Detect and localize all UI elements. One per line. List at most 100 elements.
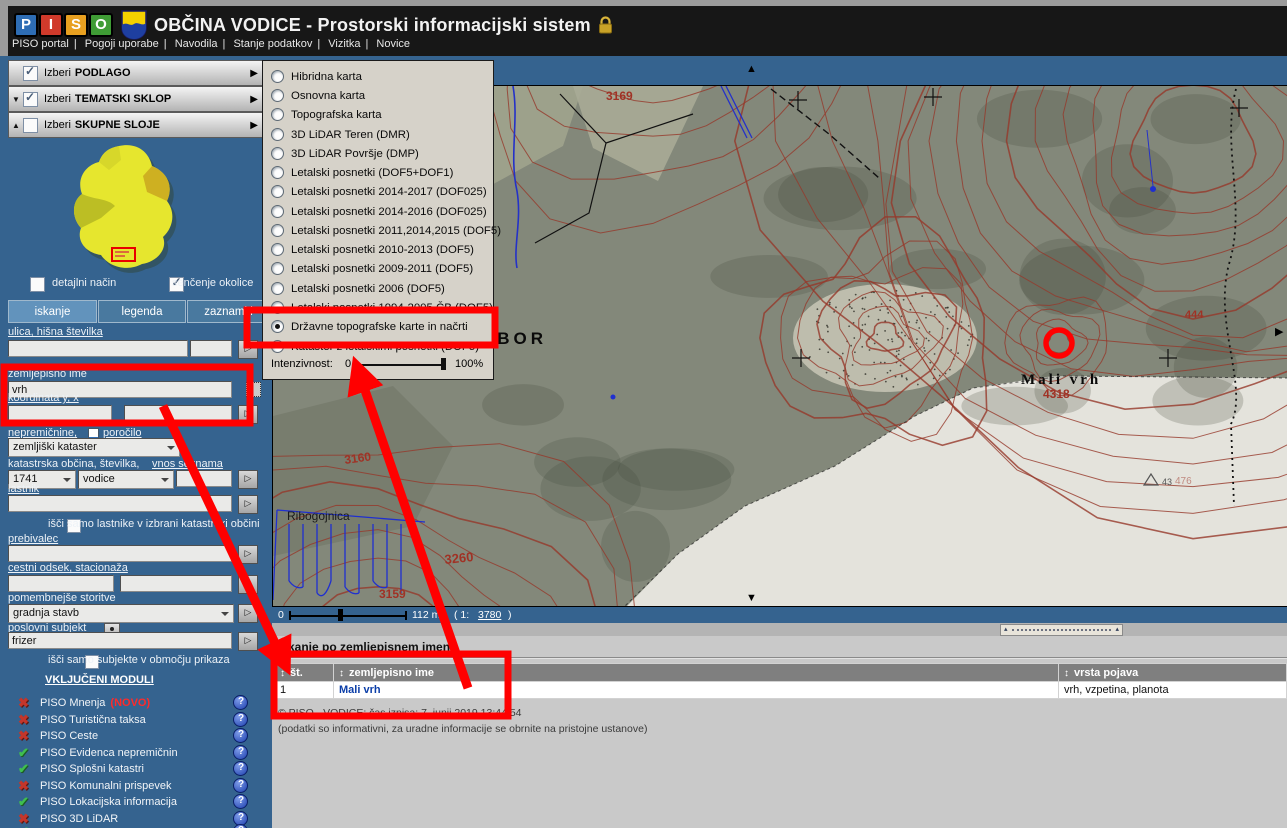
radio-icon[interactable] [271,243,284,256]
layer-option-2010-2013[interactable]: Letalski posnetki 2010-2013 (DOF5) [271,240,474,259]
intensity-slider-track[interactable] [355,364,443,366]
prebivalec-label[interactable]: prebivalec [8,533,58,545]
radio-icon[interactable] [271,147,284,160]
help-icon[interactable] [233,824,248,828]
radio-selected-icon[interactable] [271,320,284,333]
module-turisticna-taksa[interactable]: PISO Turistična taksa [18,712,146,727]
poslovni-subjekt-input[interactable] [8,632,232,649]
layer-option-2009-2011[interactable]: Letalski posnetki 2009-2011 (DOF5) [271,259,473,278]
module-evidenca-nepremicnin[interactable]: PISO Evidenca nepremičnin [18,745,178,760]
koordinata-go-button[interactable]: ▷ [238,405,258,424]
storitve-search-button[interactable]: ▷ [238,604,258,623]
results-panel-splitter[interactable]: ▴ ▴ [1000,624,1123,636]
prebivalec-input[interactable] [8,545,232,562]
pan-right-arrow[interactable]: ▶ [1275,327,1283,338]
layer-option-kataster-posnetki[interactable]: Kataster z letalskimi posnetki (DOF5) [271,337,479,356]
radio-icon[interactable] [271,340,284,353]
layer-option-1994-2005[interactable]: Letalski posnetki 1994-2005 ČB (DOF5) [271,298,493,317]
cestni-odsek-input[interactable] [8,575,114,592]
layer-option-dof5-dof1[interactable]: Letalski posnetki (DOF5+DOF1) [271,163,453,182]
ulica-input[interactable] [8,340,188,357]
section-bar-podlago[interactable]: Izberi PODLAGO ▶ [8,60,264,86]
sort-icon[interactable] [280,667,290,679]
module-clipped[interactable] [18,824,40,828]
scale-ratio-link[interactable]: 3780 [478,609,501,621]
collapse-up-icon[interactable]: ▲ [9,121,23,130]
radio-icon[interactable] [271,262,284,275]
poslovni-search-button[interactable]: ▷ [238,632,258,651]
module-komunalni-prispevek[interactable]: PISO Komunalni prispevek [18,778,171,793]
layer-option-topografska[interactable]: Topografska karta [271,105,382,124]
pan-up-arrow[interactable]: ▲ [746,64,757,75]
module-ceste[interactable]: PISO Ceste [18,728,98,743]
koordinata-x-input[interactable] [124,405,232,422]
parcela-search-button[interactable]: ▷ [238,470,258,489]
lastnik-search-button[interactable]: ▷ [238,495,258,514]
collapse-down-icon[interactable]: ▼ [9,95,23,104]
menu-item-navodila[interactable]: Navodila [175,38,218,50]
cestni-search-button[interactable]: ▷ [238,575,258,594]
detajlni-nacin-checkbox[interactable] [30,277,45,292]
help-icon[interactable] [233,712,248,727]
layer-option-2006[interactable]: Letalski posnetki 2006 (DOF5) [271,279,445,298]
ulica-label[interactable]: ulica, hišna številka [8,326,103,338]
layer-option-2011-2015[interactable]: Letalski posnetki 2011,2014,2015 (DOF5) [271,221,501,240]
hisna-stevilka-input[interactable] [190,340,232,357]
ko-name-select[interactable]: vodice [78,470,174,489]
help-icon[interactable] [233,761,248,776]
podlago-checkbox[interactable] [23,66,38,81]
column-header-vrsta-pojava[interactable]: vrsta pojava [1059,664,1286,681]
municipality-overview-map[interactable] [55,140,215,275]
expand-right-icon[interactable]: ▶ [250,120,258,131]
module-splosni-katastri[interactable]: PISO Splošni katastri [18,761,144,776]
zoom-slider-track[interactable] [290,615,406,617]
tab-zaznamki[interactable]: zaznamki [187,300,270,323]
radio-icon[interactable] [271,108,284,121]
zoom-slider-handle[interactable] [338,609,343,621]
layer-option-osnovna[interactable]: Osnovna karta [271,86,365,105]
layer-option-2014-2017[interactable]: Letalski posnetki 2014-2017 (DOF025) [271,182,487,201]
radio-icon[interactable] [271,128,284,141]
tematski-checkbox[interactable] [23,92,38,107]
module-piso-mnenja[interactable]: PISO Mnenja(NOVO) [18,695,150,710]
help-icon[interactable] [233,794,248,809]
layer-option-hibridna[interactable]: Hibridna karta [271,67,362,86]
layer-option-lidar-povrsje[interactable]: 3D LiDAR Površje (DMP) [271,144,419,163]
help-icon[interactable] [233,778,248,793]
radio-icon[interactable] [271,70,284,83]
expand-right-icon[interactable]: ▶ [250,68,258,79]
tab-legenda[interactable]: legenda [98,300,186,323]
cestni-odsek-label[interactable]: cestni odsek, stacionaža [8,562,128,574]
radio-icon[interactable] [271,89,284,102]
sort-icon[interactable] [1064,667,1074,679]
radio-icon[interactable] [271,301,284,314]
stacionaza-input[interactable] [120,575,232,592]
layer-option-lidar-teren[interactable]: 3D LiDAR Teren (DMR) [271,125,410,144]
module-lokacijska-informacija[interactable]: PISO Lokacijska informacija [18,794,177,809]
ulica-search-button[interactable]: ▷ [238,340,258,359]
radio-icon[interactable] [271,185,284,198]
help-icon[interactable] [233,745,248,760]
menu-item-piso-portal[interactable]: PISO portal [12,38,69,50]
sort-icon[interactable] [339,667,349,679]
menu-item-novice[interactable]: Novice [376,38,410,50]
expand-right-icon[interactable]: ▶ [250,94,258,105]
skupni-checkbox[interactable] [23,118,38,133]
section-bar-tematski-sklop[interactable]: ▼ Izberi TEMATSKI SKLOP ▶ [8,86,264,112]
menu-item-pogoji-uporabe[interactable]: Pogoji uporabe [85,38,159,50]
radio-icon[interactable] [271,282,284,295]
pan-down-arrow[interactable]: ▼ [746,593,757,604]
vnos-seznama-link[interactable]: vnos seznama [152,458,223,470]
column-header-st[interactable]: št. [275,664,333,681]
tab-iskanje[interactable]: iskanje [8,300,97,323]
column-header-zemljepisno-ime[interactable]: zemljepisno ime [334,664,1058,681]
radio-icon[interactable] [271,205,284,218]
koordinata-label[interactable]: koordinata y, x [8,392,79,404]
lastnik-label[interactable]: lastnik [8,483,39,495]
layer-option-2014-2016[interactable]: Letalski posnetki 2014-2016 (DOF025) [271,202,487,221]
radio-icon[interactable] [271,166,284,179]
help-icon[interactable] [233,695,248,710]
result-name-link[interactable]: Mali vrh [339,684,381,696]
radio-icon[interactable] [271,224,284,237]
prebivalec-search-button[interactable]: ▷ [238,545,258,564]
